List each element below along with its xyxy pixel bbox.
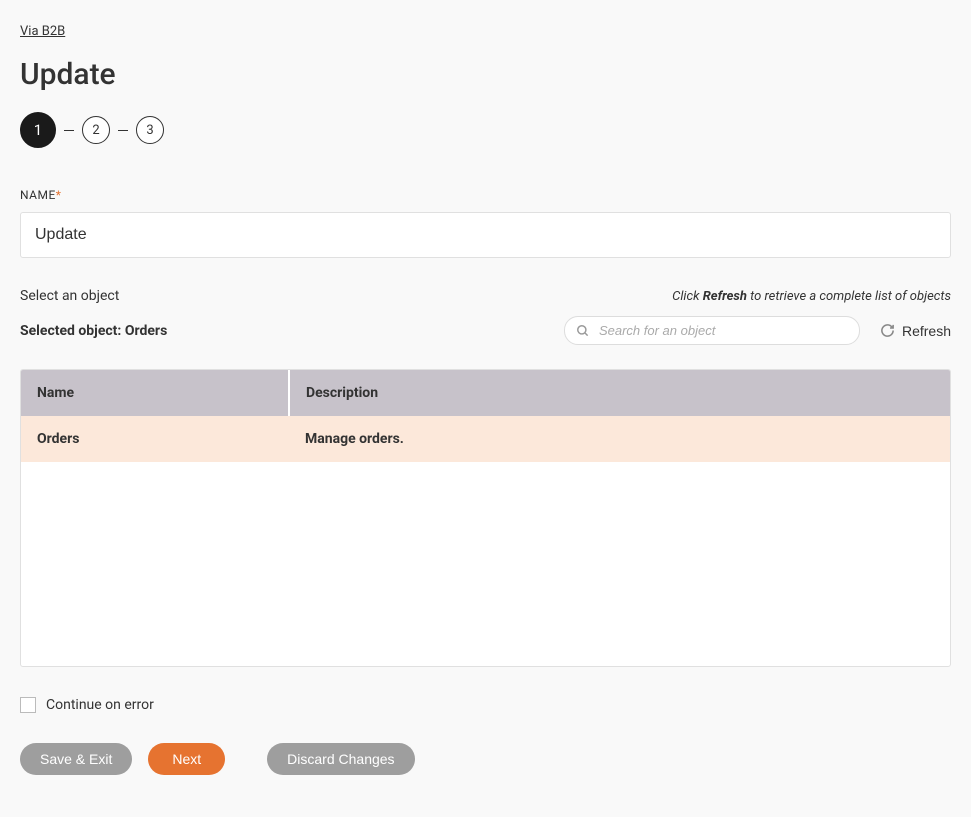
name-field-label: NAME* (20, 188, 951, 202)
search-refresh-right: Refresh (564, 316, 951, 345)
select-object-hint: Select an object (20, 288, 119, 304)
table-cell-description: Manage orders. (289, 416, 950, 462)
refresh-label: Refresh (902, 323, 951, 339)
breadcrumb[interactable]: Via B2B (20, 24, 65, 39)
save-exit-button[interactable]: Save & Exit (20, 743, 132, 775)
name-input[interactable] (20, 212, 951, 258)
objects-table: Name Description Orders Manage orders. (21, 370, 950, 462)
discard-changes-button[interactable]: Discard Changes (267, 743, 414, 775)
refresh-hint-bold: Refresh (703, 289, 747, 304)
stepper-step-1[interactable]: 1 (20, 112, 56, 148)
table-header-row: Name Description (21, 370, 950, 416)
refresh-hint: Click Refresh to retrieve a complete lis… (672, 289, 951, 304)
refresh-hint-suffix: to retrieve a complete list of objects (747, 289, 951, 304)
stepper: 1 2 3 (20, 112, 951, 148)
name-field-label-text: NAME (20, 188, 56, 202)
continue-on-error-label: Continue on error (46, 697, 154, 713)
stepper-step-2[interactable]: 2 (82, 116, 110, 144)
table-cell-name: Orders (21, 416, 289, 462)
search-icon (576, 324, 590, 338)
search-input[interactable] (564, 316, 860, 345)
continue-on-error-checkbox[interactable] (20, 697, 36, 713)
button-row: Save & Exit Next Discard Changes (20, 743, 951, 775)
stepper-step-3[interactable]: 3 (136, 116, 164, 144)
search-wrapper (564, 316, 860, 345)
refresh-icon (880, 323, 895, 338)
selected-object-prefix: Selected object: (20, 323, 125, 339)
page-title: Update (20, 57, 951, 92)
selected-object-label: Selected object: Orders (20, 323, 167, 339)
object-header-row: Select an object Click Refresh to retrie… (20, 288, 951, 304)
stepper-connector (118, 130, 128, 131)
objects-table-container: Name Description Orders Manage orders. (20, 369, 951, 667)
search-refresh-row: Selected object: Orders Refresh (20, 316, 951, 345)
stepper-connector (64, 130, 74, 131)
next-button[interactable]: Next (148, 743, 225, 775)
required-asterisk: * (56, 188, 62, 202)
refresh-button[interactable]: Refresh (880, 323, 951, 339)
continue-on-error-row: Continue on error (20, 697, 951, 713)
table-row[interactable]: Orders Manage orders. (21, 416, 950, 462)
table-header-description[interactable]: Description (289, 370, 950, 416)
selected-object-value: Orders (125, 323, 167, 339)
table-header-name[interactable]: Name (21, 370, 289, 416)
refresh-hint-prefix: Click (672, 289, 703, 304)
